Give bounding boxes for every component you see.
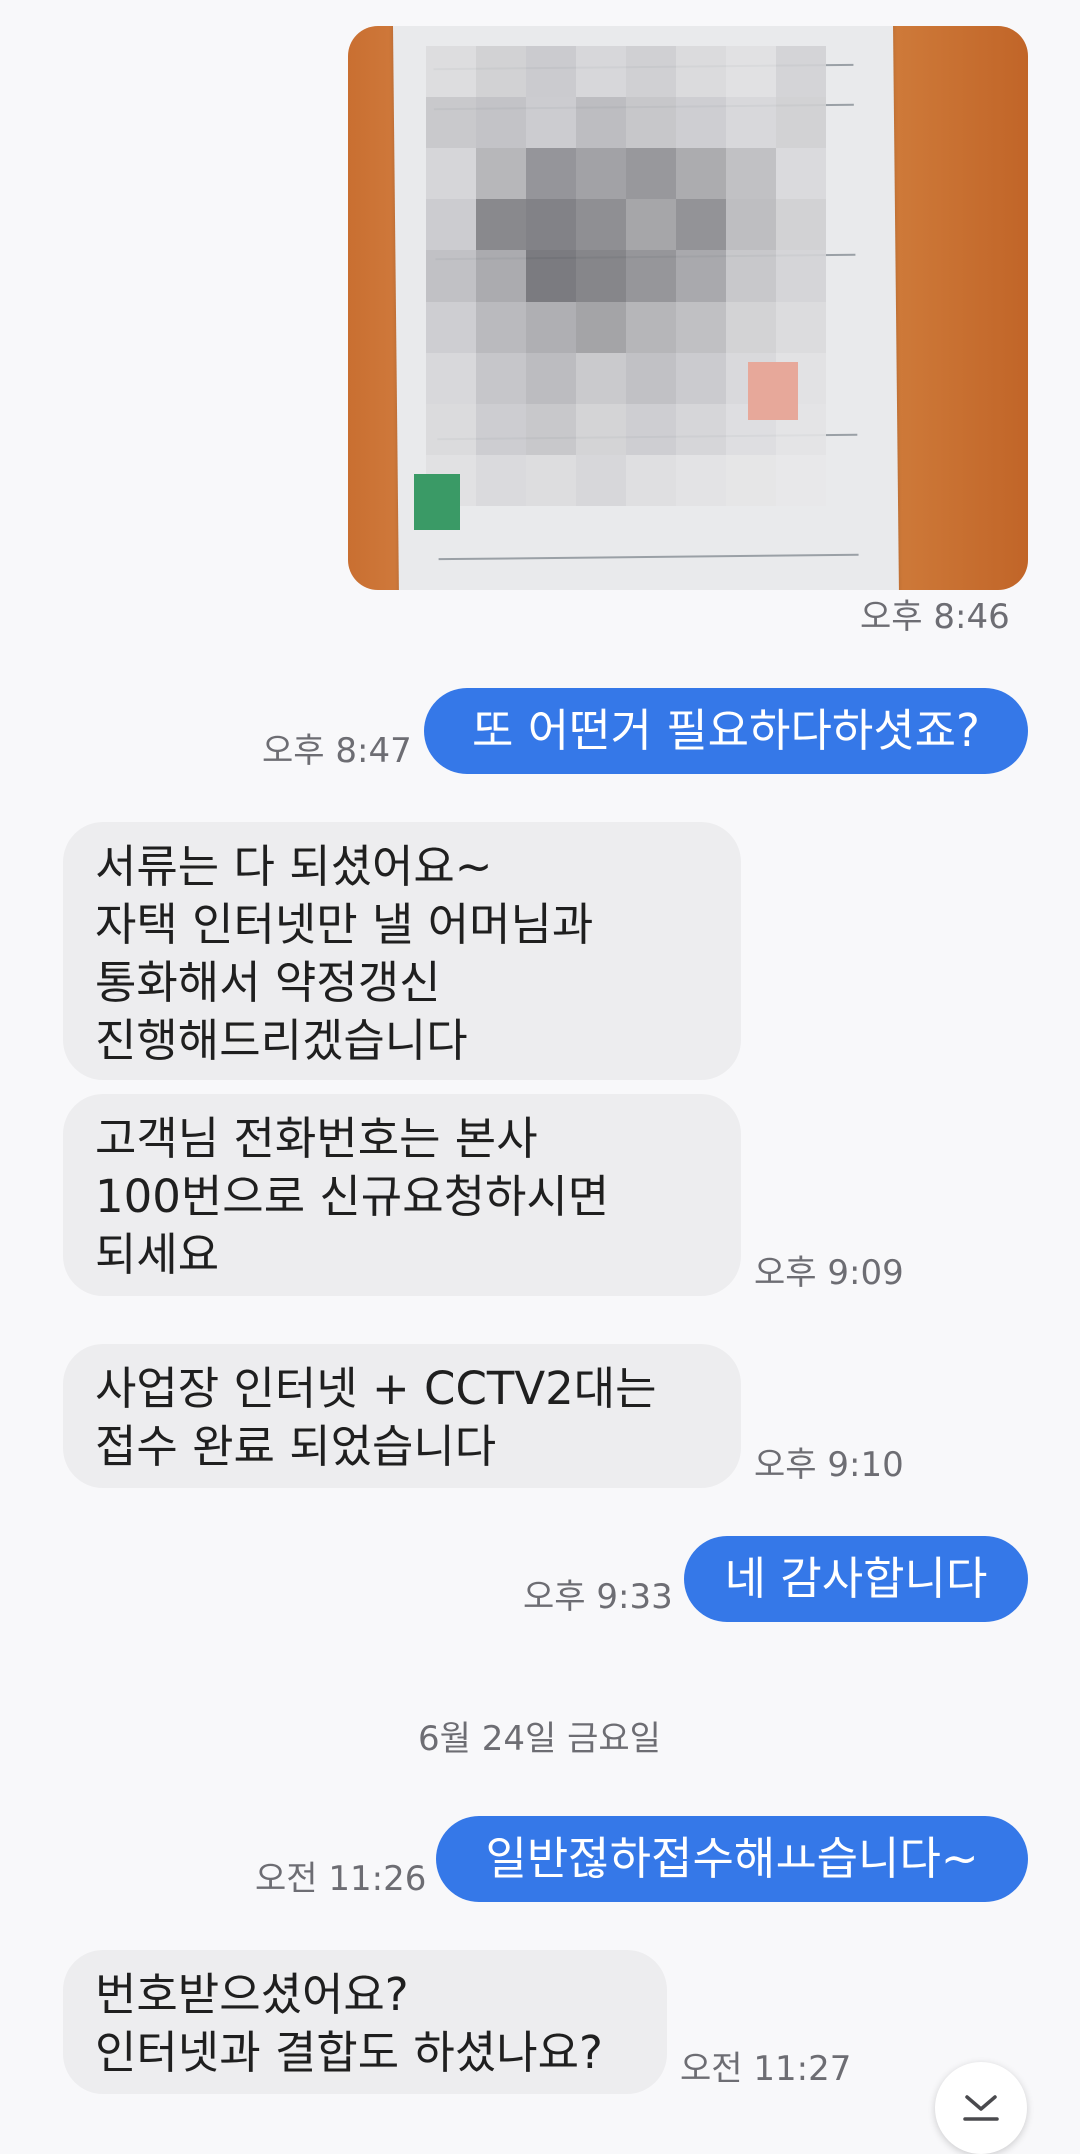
scroll-to-bottom-button[interactable]: [935, 2062, 1027, 2154]
incoming-message[interactable]: 서류는 다 되셨어요~ 자택 인터넷만 낼 어머님과 통화해서 약정갱신 진행해…: [63, 822, 741, 1080]
timestamp: 오후 9:33: [523, 1577, 673, 1617]
outgoing-message[interactable]: 일반젆하접수해ㅛ습니다~: [436, 1816, 1028, 1902]
timestamp: 오후 8:47: [262, 731, 412, 771]
red-stamp: [748, 362, 798, 420]
timestamp: 오후 9:09: [754, 1253, 904, 1293]
timestamp: 오전 11:27: [680, 2049, 852, 2089]
incoming-message[interactable]: 번호받으셨어요? 인터넷과 결합도 하셨나요?: [63, 1950, 667, 2094]
chevron-down-to-bottom-icon: [963, 2095, 999, 2121]
blurred-content: [426, 46, 826, 506]
date-separator: 6월 24일 금요일: [418, 1719, 661, 1759]
outgoing-message[interactable]: 또 어떤거 필요하다하셧죠?: [424, 688, 1028, 774]
green-seal: [414, 474, 460, 530]
outgoing-message[interactable]: 네 감사합니다: [684, 1536, 1028, 1622]
photo-attachment[interactable]: [348, 26, 1028, 590]
timestamp: 오전 11:26: [255, 1859, 427, 1899]
incoming-message[interactable]: 고객님 전화번호는 본사 100번으로 신규요청하시면 되세요: [63, 1094, 741, 1296]
incoming-message[interactable]: 사업장 인터넷 + CCTV2대는 접수 완료 되었습니다: [63, 1344, 741, 1488]
timestamp: 오후 9:10: [754, 1445, 904, 1485]
timestamp: 오후 8:46: [860, 597, 1010, 637]
